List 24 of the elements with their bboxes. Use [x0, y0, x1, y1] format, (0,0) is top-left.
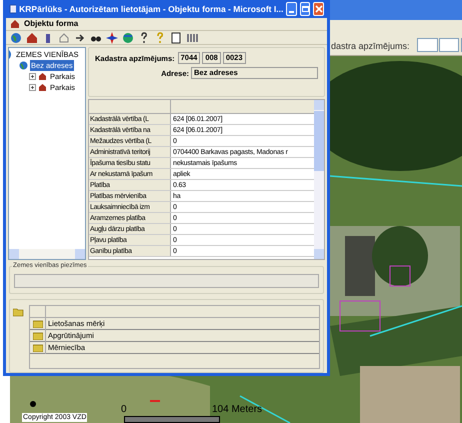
notes-field[interactable] [14, 274, 319, 288]
house-icon[interactable] [26, 32, 38, 44]
window-title: KRPārlūks - Autorizētam lietotājam - Objektu forma - Microsoft I... [19, 2, 284, 16]
scale-tick [150, 400, 160, 402]
scale-label: 0 [121, 404, 127, 415]
input-field[interactable] [417, 38, 438, 52]
expand-toggle[interactable] [29, 84, 36, 92]
minimize-button[interactable] [286, 2, 297, 16]
scale-label: 104 Meters [212, 404, 262, 415]
maximize-button[interactable] [300, 2, 310, 16]
expand-toggle[interactable] [29, 73, 36, 80]
scrollbar[interactable] [9, 249, 85, 260]
input-field[interactable] [439, 38, 459, 52]
page-icon[interactable] [170, 32, 182, 44]
arrow-icon[interactable] [74, 32, 86, 44]
folder-open-icon[interactable] [13, 307, 25, 317]
form-title: Objektu forma [24, 18, 78, 30]
scrollbar[interactable] [314, 100, 324, 260]
close-button[interactable] [313, 2, 324, 16]
grid-icon[interactable] [186, 32, 198, 44]
compass-icon[interactable] [106, 32, 118, 44]
house-icon [10, 18, 20, 29]
field-label: dastra apzīmējums: [331, 40, 410, 53]
window-icon [9, 4, 16, 14]
